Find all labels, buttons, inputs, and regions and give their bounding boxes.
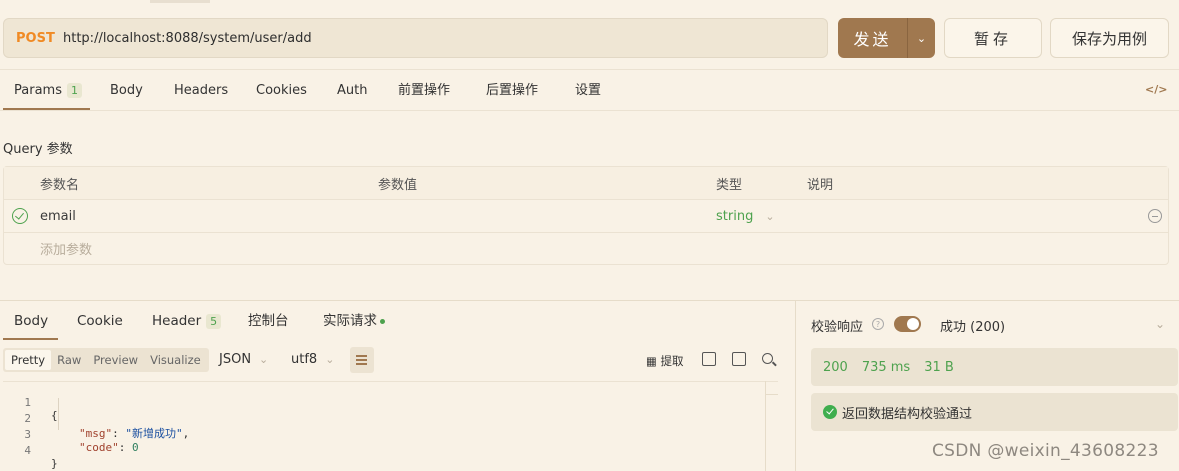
url-input[interactable]: http://localhost:8088/system/user/add [63,31,312,46]
response-tab-actual-request[interactable]: 实际请求 [323,302,385,340]
tab-label: Params [14,83,62,98]
code-line: 1 { [3,383,57,422]
code-text: { [51,409,58,422]
remove-row-icon[interactable] [1148,209,1162,223]
method-selector[interactable]: POST [16,31,60,46]
tab-params[interactable]: Params 1 [3,70,90,110]
code-view-icon[interactable]: </> [1145,83,1167,96]
column-header-value: 参数值 [378,177,418,193]
response-time: 735 ms [861,359,911,375]
tab-auth[interactable]: Auth [337,70,367,110]
top-tab-hint [150,0,210,3]
save-as-case-button[interactable]: 保存为用例 [1050,18,1169,58]
param-value-input[interactable] [378,200,698,232]
response-stats: 200 735 ms 31 B [811,348,1178,386]
panel-vertical-divider[interactable] [795,300,796,471]
response-code-editor[interactable]: 1 { 2 "msg": "新增成功", 3 "code": 0 4 } [3,381,778,471]
validate-result-select[interactable]: 成功 (200) [940,316,1005,335]
validate-response-label: 校验响应 [811,320,864,335]
tab-post-operations[interactable]: 后置操作 [486,70,538,110]
validate-toggle[interactable] [894,316,921,332]
chevron-down-icon[interactable]: ⌄ [1155,317,1165,331]
chevron-down-icon: ⌄ [765,209,775,223]
response-tab-header[interactable]: Header 5 [152,302,222,340]
extract-button[interactable]: ▦ 提取 [646,353,684,369]
code-line: 2 "msg": "新增成功", [3,399,189,440]
format-preview-button[interactable]: Preview [87,350,144,370]
response-size: 31 B [924,359,954,375]
status-code: 200 [823,359,848,375]
param-type-select[interactable]: string ⌄ [716,200,775,232]
tab-settings[interactable]: 设置 [575,70,601,110]
tab-headers[interactable]: Headers [174,70,228,110]
encoding-select[interactable]: utf8 ⌄ [291,352,334,367]
chevron-down-icon: ⌄ [325,353,335,366]
format-raw-button[interactable]: Raw [51,350,87,370]
table-row-add: 添加参数 [4,232,1168,264]
response-tab-cookie[interactable]: Cookie [77,302,123,340]
query-params-table: 参数名 参数值 类型 说明 email string ⌄ 添加参数 [3,166,1169,265]
code-text: } [51,457,58,470]
validation-message: 返回数据结构校验通过 [842,406,973,422]
save-button[interactable]: 暂存 [944,18,1042,58]
format-visualize-button[interactable]: Visualize [144,350,207,370]
tab-cookies[interactable]: Cookies [256,70,307,110]
column-header-type: 类型 [716,177,743,193]
select-value: utf8 [291,352,318,367]
code-line: 3 "code": 0 [3,415,138,454]
tab-label: 实际请求 [323,313,377,329]
json-value: 0 [132,441,139,454]
search-icon[interactable] [762,353,773,364]
format-toggle-group: Pretty Raw Preview Visualize [3,348,209,372]
send-dropdown-chevron-icon[interactable]: ⌄ [907,18,935,58]
select-value: JSON [219,352,252,367]
table-row: email string ⌄ [4,199,1168,232]
param-type-value: string [716,208,754,224]
indent-guide [58,398,59,430]
tab-pre-operations[interactable]: 前置操作 [398,70,450,110]
url-bar[interactable]: POST http://localhost:8088/system/user/a… [3,18,828,58]
add-param-placeholder[interactable]: 添加参数 [40,233,92,264]
request-tabs: Params 1 Body Headers Cookies Auth 前置操作 后… [0,70,1179,110]
header-count-badge: 5 [206,314,222,329]
row-enabled-check-icon[interactable] [12,208,28,224]
tab-label: Header [152,313,202,329]
extract-icon: ▦ [646,354,657,368]
send-button-group: 发送 ⌄ [838,18,935,58]
response-tab-console[interactable]: 控制台 [248,302,289,340]
response-tab-body[interactable]: Body [3,302,58,340]
tab-body[interactable]: Body [110,70,143,110]
divider [0,110,1179,111]
validation-result: 返回数据结构校验通过 [811,393,1178,431]
chevron-down-icon: ⌄ [259,353,269,366]
word-wrap-icon[interactable] [350,347,374,373]
watermark: CSDN @weixin_43608223 [932,441,1159,461]
query-section-label: Query 参数 [3,142,73,157]
format-type-select[interactable]: JSON ⌄ [219,352,268,367]
param-description-input[interactable] [807,200,1127,232]
json-value: "新增成功" [125,427,183,440]
table-header: 参数名 参数值 类型 说明 [4,167,1168,199]
json-key: "code" [79,441,119,454]
param-name-input[interactable]: email [40,200,360,232]
code-line: 4 } [3,431,57,470]
send-button[interactable]: 发送 [838,18,907,58]
success-check-icon [823,405,837,419]
column-header-name: 参数名 [40,177,80,193]
extract-label: 提取 [660,354,684,368]
response-divider [0,300,1179,301]
copy-icon[interactable] [732,352,746,366]
scrollbar-top-button[interactable] [765,381,778,395]
format-pretty-button[interactable]: Pretty [5,350,52,370]
line-number: 4 [24,444,31,457]
status-dot-icon [380,318,385,324]
column-header-description: 说明 [807,177,834,193]
help-question-icon[interactable]: ? [872,318,884,330]
params-count-badge: 1 [66,83,82,98]
json-key: "msg" [79,427,113,440]
top-strip [0,0,1179,6]
download-icon[interactable] [702,352,716,366]
